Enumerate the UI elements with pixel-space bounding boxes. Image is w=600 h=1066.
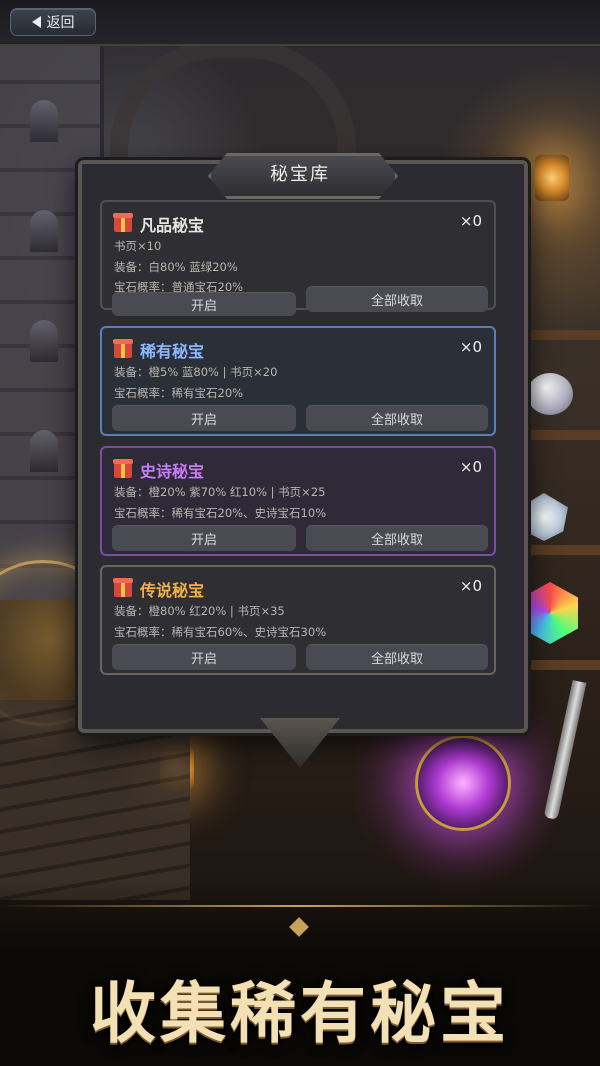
card-title: 凡品秘宝 [140, 216, 205, 235]
top-bar: 返回 [0, 0, 600, 46]
card-title: 史诗秘宝 [140, 462, 205, 481]
claim-all-button[interactable]: 全部收取 [306, 644, 488, 670]
card-info-line: 书页×10 [114, 239, 162, 253]
gift-icon [113, 339, 133, 358]
crystal-gem-icon [527, 373, 573, 415]
claim-all-button[interactable]: 全部收取 [306, 405, 488, 431]
card-title: 稀有秘宝 [140, 342, 205, 361]
card-header: 凡品秘宝 [113, 212, 205, 236]
card-title: 传说秘宝 [140, 581, 205, 600]
tower-window [30, 430, 58, 472]
card-count: ×0 [459, 458, 482, 476]
magic-orb-icon [415, 735, 511, 831]
back-label: 返回 [46, 15, 75, 31]
claim-all-button[interactable]: 全部收取 [306, 525, 488, 551]
open-button[interactable]: 开启 [112, 644, 296, 670]
tower-window [30, 320, 58, 362]
card-header: 传说秘宝 [113, 577, 205, 601]
back-arrow-icon [31, 16, 41, 28]
card-info-line: 装备：橙5% 蓝80% | 书页×20 [114, 365, 278, 379]
treasure-card-common: 凡品秘宝 ×0 书页×10 装备：白80% 蓝绿20% 宝石概率：普通宝石20%… [100, 200, 496, 316]
open-button[interactable]: 开启 [112, 405, 296, 431]
tower-window [30, 210, 58, 252]
card-info-line: 装备：橙20% 紫70% 红10% | 书页×25 [114, 485, 326, 499]
card-info-line: 装备：橙80% 红20% | 书页×35 [114, 604, 285, 618]
card-count: ×0 [459, 338, 482, 356]
card-info-line: 宝石概率：稀有宝石60%、史诗宝石30% [114, 625, 327, 639]
gift-icon [113, 459, 133, 478]
card-header: 史诗秘宝 [113, 458, 205, 482]
treasure-card-rare: 稀有秘宝 ×0 装备：橙5% 蓝80% | 书页×20 宝石概率：稀有宝石20%… [100, 326, 496, 436]
card-header: 稀有秘宝 [113, 338, 205, 362]
treasure-card-epic: 史诗秘宝 ×0 装备：橙20% 紫70% 红10% | 书页×25 宝石概率：稀… [100, 446, 496, 556]
back-button[interactable]: 返回 [10, 8, 96, 36]
sword-icon [543, 680, 587, 820]
open-button[interactable]: 开启 [112, 525, 296, 551]
rainbow-gem-icon [522, 582, 578, 644]
treasure-card-legendary: 传说秘宝 ×0 装备：橙80% 红20% | 书页×35 宝石概率：稀有宝石60… [100, 565, 496, 675]
gold-divider [0, 905, 600, 907]
card-count: ×0 [459, 212, 482, 230]
card-count: ×0 [459, 577, 482, 595]
panel-title: 秘宝库 [270, 164, 330, 185]
tower-window [30, 100, 58, 142]
lantern-icon [535, 155, 569, 201]
claim-all-button[interactable]: 全部收取 [306, 286, 488, 312]
card-info-line: 宝石概率：稀有宝石20% [114, 386, 244, 400]
gift-icon [113, 578, 133, 597]
promo-slogan: 收集稀有秘宝 [90, 974, 510, 1052]
card-info-line: 装备：白80% 蓝绿20% [114, 260, 238, 274]
gift-icon [113, 213, 133, 232]
open-button[interactable]: 开启 [112, 292, 296, 316]
card-info-line: 宝石概率：稀有宝石20%、史诗宝石10% [114, 506, 327, 520]
